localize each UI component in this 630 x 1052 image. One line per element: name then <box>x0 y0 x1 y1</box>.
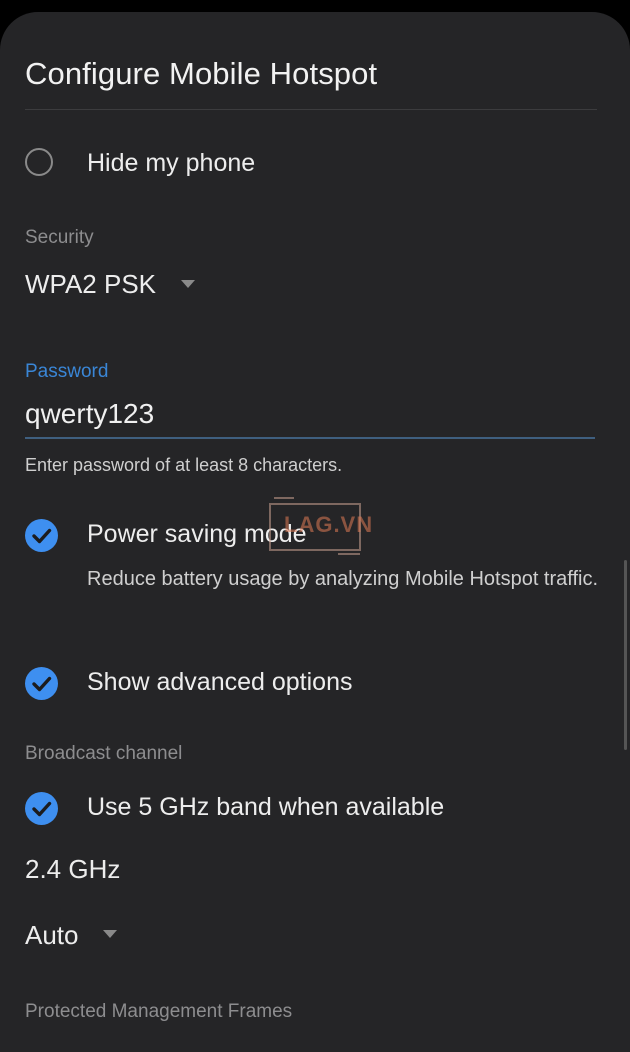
title-divider <box>25 109 597 110</box>
hide-phone-radio[interactable] <box>25 148 53 176</box>
channel-selected-value[interactable]: Auto <box>25 920 79 951</box>
band-value: 2.4 GHz <box>25 854 121 884</box>
checkmark-icon <box>32 528 52 544</box>
dialog-title: Configure Mobile Hotspot <box>25 56 378 91</box>
broadcast-section-label: Broadcast channel <box>25 743 183 764</box>
advanced-options-checkbox[interactable] <box>25 667 58 700</box>
security-dropdown-arrow-icon[interactable] <box>181 280 195 288</box>
hide-phone-label[interactable]: Hide my phone <box>87 149 255 178</box>
security-section-label: Security <box>25 227 94 248</box>
channel-dropdown-arrow-icon[interactable] <box>103 930 117 938</box>
use-5ghz-label[interactable]: Use 5 GHz band when available <box>87 793 444 822</box>
password-helper-text: Enter password of at least 8 characters. <box>25 455 343 475</box>
checkmark-icon <box>32 676 52 692</box>
scrollbar[interactable] <box>624 560 627 750</box>
password-label: Password <box>25 361 109 382</box>
checkmark-icon <box>32 801 52 817</box>
hotspot-config-dialog: Configure Mobile Hotspot Hide my phone S… <box>0 12 630 1052</box>
password-input[interactable] <box>25 391 595 439</box>
power-saving-description: Reduce battery usage by analyzing Mobile… <box>87 568 599 590</box>
pmf-section-label: Protected Management Frames <box>25 1001 293 1022</box>
advanced-options-label[interactable]: Show advanced options <box>87 668 352 697</box>
use-5ghz-checkbox[interactable] <box>25 792 58 825</box>
security-selected-value[interactable]: WPA2 PSK <box>25 269 156 300</box>
power-saving-checkbox[interactable] <box>25 519 58 552</box>
watermark-text: LAG.VN <box>284 512 374 537</box>
